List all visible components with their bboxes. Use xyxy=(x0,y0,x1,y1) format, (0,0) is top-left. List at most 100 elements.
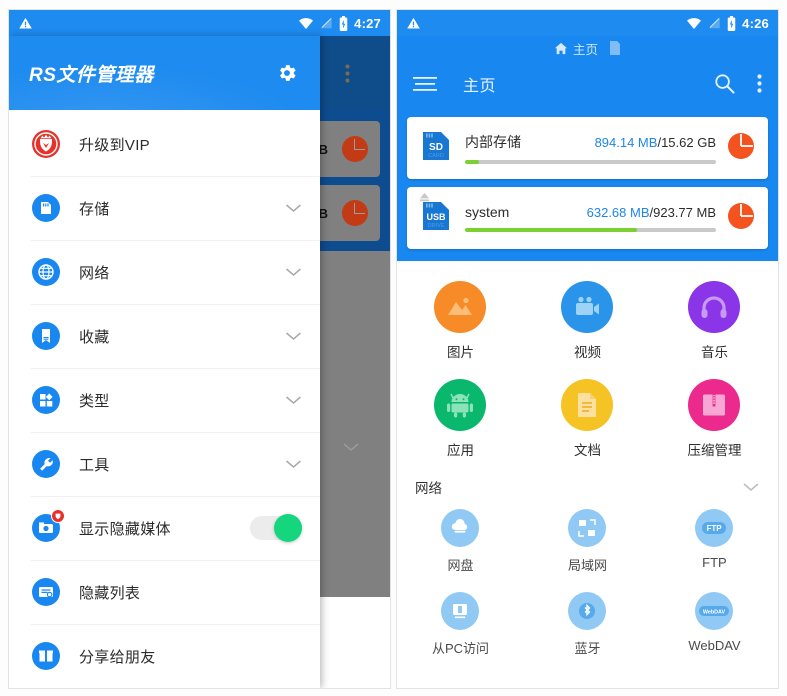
svg-text:SD: SD xyxy=(429,142,443,153)
tile-label: 图片 xyxy=(446,345,474,360)
pie-chart-icon xyxy=(342,136,368,162)
sidebar-item-label: 类型 xyxy=(79,392,110,410)
battery-charging-icon xyxy=(727,15,736,31)
sidebar-item-label: 隐藏列表 xyxy=(79,584,141,602)
tile-label: WebDAV xyxy=(688,638,741,653)
pc-access-icon xyxy=(441,592,480,630)
hamburger-menu-icon[interactable] xyxy=(413,76,437,92)
overflow-menu-icon[interactable] xyxy=(757,74,762,93)
app-title: RS文件管理器 xyxy=(29,64,154,86)
category-grid: 图片 视频 音乐 应用 文档 压缩管理 xyxy=(397,275,778,471)
vip-badge-icon xyxy=(51,509,65,523)
pie-chart-icon[interactable] xyxy=(726,201,756,236)
tile-images[interactable]: 图片 xyxy=(397,275,524,373)
warning-icon xyxy=(407,17,420,28)
hidden-media-icon xyxy=(31,509,65,543)
archive-icon xyxy=(688,379,741,431)
tile-bluetooth[interactable]: 蓝牙 xyxy=(524,586,651,669)
sidebar-item-vip[interactable]: 升级到VIP xyxy=(9,112,320,176)
search-icon[interactable] xyxy=(714,73,735,94)
sidebar-item-storage[interactable]: 存储 xyxy=(9,176,320,240)
category-grid-icon xyxy=(31,385,61,415)
sidebar-item-hidden-list[interactable]: 隐藏列表 xyxy=(9,560,320,624)
storage-card-internal[interactable]: SD CARD 内部存储 894.14 MB/15.62 GB xyxy=(407,117,768,179)
right-status-time: 4:26 xyxy=(742,15,769,31)
tile-label: 蓝牙 xyxy=(574,641,601,656)
chevron-down-icon[interactable] xyxy=(742,482,760,492)
network-section-title: 网络 xyxy=(415,481,442,496)
network-grid: 网盘 局域网 FTP FTP 从PC访问 蓝牙 WebDAV WebDAV xyxy=(397,497,778,669)
tile-documents[interactable]: 文档 xyxy=(524,373,651,471)
hidden-list-icon xyxy=(31,577,61,607)
vip-crown-icon xyxy=(31,129,61,159)
sidebar-item-label: 收藏 xyxy=(79,328,110,346)
tile-netdisk[interactable]: 网盘 xyxy=(397,503,524,586)
tile-webdav[interactable]: WebDAV WebDAV xyxy=(651,586,778,669)
storage-card-body: 内部存储 894.14 MB/15.62 GB xyxy=(465,132,716,164)
sidebar-item-favorites[interactable]: 收藏 xyxy=(9,304,320,368)
sidebar-item-show-hidden-media[interactable]: 显示隐藏媒体 xyxy=(9,496,320,560)
sidebar-item-label: 升级到VIP xyxy=(79,136,150,154)
left-phone-screen: 4:27 B B RS文件管理器 升级到VIP 存储 网络 收藏 类型 工具 显… xyxy=(9,10,390,688)
webdav-icon: WebDAV xyxy=(695,592,734,630)
tile-label: 视频 xyxy=(573,345,601,360)
tile-apps[interactable]: 应用 xyxy=(397,373,524,471)
chevron-down-icon[interactable] xyxy=(285,459,302,469)
storage-name: system xyxy=(465,204,510,220)
sdcard-icon xyxy=(31,193,61,223)
page-title: 主页 xyxy=(463,77,497,95)
network-section-header[interactable]: 网络 xyxy=(397,471,778,497)
wifi-icon xyxy=(687,18,702,29)
sidebar-item-network[interactable]: 网络 xyxy=(9,240,320,304)
app-bar: 主页 xyxy=(397,60,778,107)
tile-music[interactable]: 音乐 xyxy=(651,275,778,373)
overflow-menu-icon xyxy=(345,64,350,83)
right-phone-screen: 4:26 主页 主页 SD CARD 内部存储 894.14 MB/15.62 … xyxy=(397,10,778,688)
pie-chart-icon[interactable] xyxy=(726,131,756,166)
pie-chart-icon xyxy=(342,200,368,226)
tile-label: 从PC访问 xyxy=(431,641,490,656)
tile-lan[interactable]: 局域网 xyxy=(524,503,651,586)
tile-label: 音乐 xyxy=(700,345,728,360)
sidebar-item-tools[interactable]: 工具 xyxy=(9,432,320,496)
chevron-down-icon[interactable] xyxy=(285,203,302,213)
tile-label: 局域网 xyxy=(567,558,607,573)
chevron-down-icon[interactable] xyxy=(285,331,302,341)
sidebar-item-share[interactable]: 分享给朋友 xyxy=(9,624,320,688)
document-icon xyxy=(561,379,614,431)
tile-label: FTP xyxy=(702,555,727,570)
tile-videos[interactable]: 视频 xyxy=(524,275,651,373)
svg-text:FTP: FTP xyxy=(707,524,723,533)
warning-icon xyxy=(19,17,32,28)
navigation-drawer: RS文件管理器 升级到VIP 存储 网络 收藏 类型 工具 显示隐藏媒体 隐藏列… xyxy=(9,36,320,688)
sidebar-item-types[interactable]: 类型 xyxy=(9,368,320,432)
show-hidden-media-toggle[interactable] xyxy=(250,514,302,542)
left-status-bar: 4:27 xyxy=(9,10,390,36)
sidebar-item-label: 网络 xyxy=(79,264,110,282)
bluetooth-icon xyxy=(568,592,607,630)
storage-size: 632.68 MB/923.77 MB xyxy=(586,205,716,220)
tile-label: 网盘 xyxy=(447,558,474,573)
ftp-icon: FTP xyxy=(695,509,734,547)
gear-icon[interactable] xyxy=(276,62,298,84)
tile-archive[interactable]: 压缩管理 xyxy=(651,373,778,471)
svg-text:DRIVE: DRIVE xyxy=(428,223,445,229)
storage-card-system[interactable]: USB DRIVE system 632.68 MB/923.77 MB xyxy=(407,187,768,249)
breadcrumb[interactable]: 主页 xyxy=(397,36,778,60)
chevron-down-icon[interactable] xyxy=(285,267,302,277)
breadcrumb-label[interactable]: 主页 xyxy=(573,39,598,58)
eject-icon[interactable] xyxy=(419,192,430,202)
svg-text:CARD: CARD xyxy=(428,153,444,159)
svg-text:WebDAV: WebDAV xyxy=(703,609,726,615)
screenshot-root: 4:27 B B RS文件管理器 升级到VIP 存储 网络 收藏 类型 工具 显… xyxy=(0,0,787,696)
svg-text:USB: USB xyxy=(426,212,446,222)
tile-pc-access[interactable]: 从PC访问 xyxy=(397,586,524,669)
gift-icon xyxy=(31,641,61,671)
home-icon[interactable] xyxy=(554,42,568,55)
dim-card-size: B xyxy=(318,141,328,157)
storage-progress-bar xyxy=(465,228,716,232)
tile-ftp[interactable]: FTP FTP xyxy=(651,503,778,586)
headphone-icon xyxy=(688,281,741,333)
image-icon xyxy=(434,281,487,333)
chevron-down-icon[interactable] xyxy=(285,395,302,405)
